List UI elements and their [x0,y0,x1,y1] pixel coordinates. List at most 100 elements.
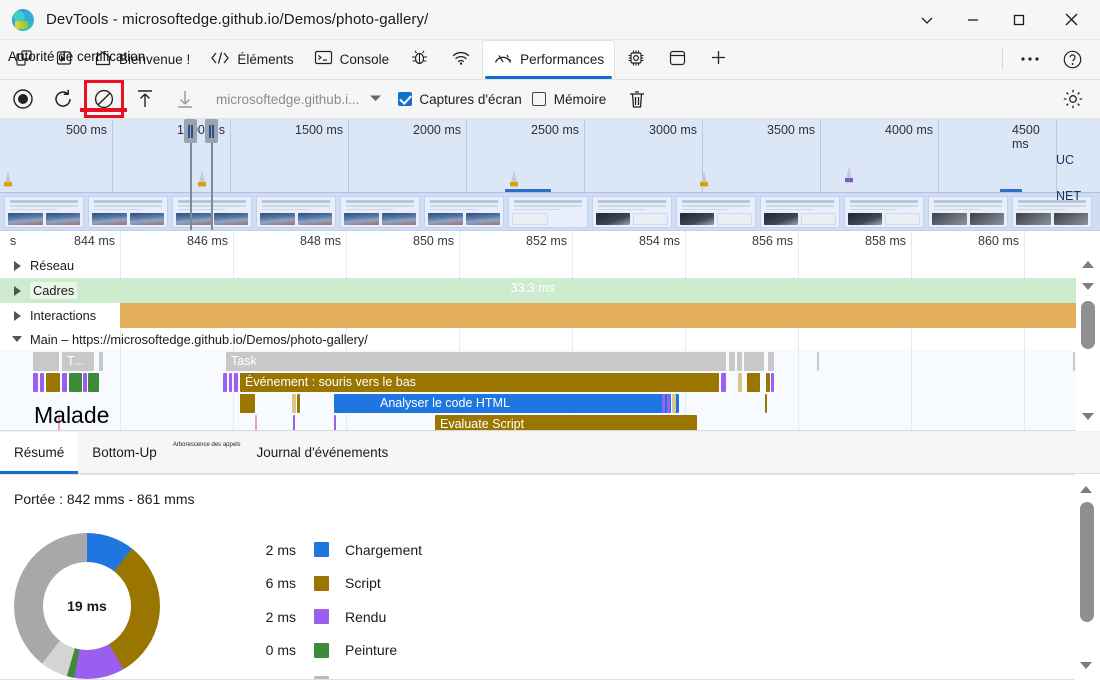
track-tick: 852 ms [526,234,572,248]
recording-selector[interactable]: microsoftedge.github.i... [216,90,382,108]
tab-console[interactable]: Console [304,39,400,79]
summary-donut-chart[interactable]: 19 ms [14,533,160,679]
tab-label-bienvenue: Bienvenue ! [119,52,190,67]
legend-label: Rendu [345,609,386,625]
code-brackets-icon [210,50,230,69]
legend-row[interactable]: 2 ms Rendu [236,600,422,634]
tab-add-panel[interactable] [698,39,739,79]
memory-checkbox[interactable] [532,92,546,106]
collapse-triangle-down-icon[interactable] [12,336,22,342]
chevron-down-icon[interactable] [369,90,382,108]
track-tick: 856 ms [752,234,798,248]
overview-filmstrip[interactable] [0,193,1100,231]
legend-value: 2 ms [236,609,296,625]
help-question-icon[interactable] [1051,39,1094,79]
memory-chip-icon [626,48,646,71]
timeline-overview[interactable]: 500 ms 1000 ms 1500 ms 2000 ms 2500 ms 3… [0,119,1100,231]
tab-label-elements: Éléments [237,52,293,67]
upload-profile-icon[interactable] [128,84,162,114]
overview-ruler: 500 ms 1000 ms 1500 ms 2000 ms 2500 ms 3… [0,119,1100,145]
tab-application[interactable] [657,39,698,79]
devtools-window: DevTools - microsoftedge.github.io/Demos… [0,0,1100,680]
tab-resume[interactable]: Résumé [0,432,78,474]
track-row-interactions[interactable]: Interactions [0,303,1100,328]
tab-memory[interactable] [615,39,657,79]
maximize-icon[interactable] [996,0,1042,40]
reload-record-icon[interactable] [46,84,80,114]
flame-bar-parse-html[interactable]: Analyser le code HTML [375,394,671,413]
legend-value: 2 ms [236,542,296,558]
tab-sources-debugger[interactable] [399,39,440,79]
main-flame-chart[interactable]: T... Task Événement : souris vers le bas [0,350,1100,431]
tracks-scrollbar[interactable] [1076,231,1100,431]
legend-row[interactable]: 1 msSystem [236,667,422,680]
tab-label-event-log: Journal d'événements [257,445,389,460]
tab-inspect-element[interactable] [44,39,84,79]
capture-settings-gear-icon[interactable] [1056,84,1090,114]
tab-call-tree[interactable]: Arborescence des appels [171,432,243,474]
recording-name-value: microsoftedge.github.i... [216,92,359,107]
record-circle-icon[interactable] [6,84,40,114]
track-label-cadres: Cadres [30,282,77,299]
minimize-icon[interactable] [950,0,996,40]
frame-duration-label: 33.3 ms [511,281,555,295]
track-row-cadres[interactable]: 33.3 ms Cadres [0,278,1100,303]
close-icon[interactable] [1042,0,1100,40]
main-track-header[interactable]: Main – https://microsoftedge.github.io/D… [0,328,1100,350]
legend-value: 1 ms [236,676,296,680]
flame-bar-task[interactable]: Task [226,352,726,371]
track-row-reseau[interactable]: Réseau [0,253,1100,278]
download-profile-icon[interactable] [168,84,202,114]
range-selection-handle-icon[interactable] [205,119,218,143]
legend-row[interactable]: 6 msScript [236,567,422,601]
tracks-ruler: s 844 ms 846 ms 848 ms 850 ms 852 ms 854… [0,231,1100,253]
flame-bar-task-short[interactable]: T... [62,352,94,371]
expand-triangle-right-icon[interactable] [14,311,22,321]
legend-row[interactable]: 2 ms Chargement [236,533,422,567]
screenshots-checkbox[interactable]: Captures d'écran [398,92,521,107]
overview-tick: 4000 ms [885,123,938,137]
cpu-marker [4,171,12,187]
memory-label: Mémoire [554,92,607,107]
tab-list: Autorité de certification Bienvenue ! [0,39,739,79]
tab-elements[interactable]: Éléments [200,39,303,79]
console-terminal-icon [314,49,333,69]
expand-triangle-right-icon[interactable] [14,286,22,296]
timeline-tracks[interactable]: s 844 ms 846 ms 848 ms 850 ms 852 ms 854… [0,231,1100,431]
scroll-down-arrow-icon[interactable] [1076,277,1100,295]
tab-bienvenue[interactable]: Bienvenue ! [84,39,200,79]
flame-bar-evaluate-script[interactable]: Evaluate Script [435,415,697,431]
overview-cpu-graph [0,145,1100,193]
more-window-options-chevron-icon[interactable] [904,0,950,40]
scrollbar-thumb[interactable] [1080,502,1094,622]
donut-total-label: 19 ms [14,533,160,679]
legend-label: Chargement [345,542,422,558]
expand-triangle-right-icon[interactable] [14,261,22,271]
overview-badges: UC NET [1056,145,1096,203]
tab-performances[interactable]: Performances [482,40,615,78]
legend-row[interactable]: 0 msPeinture [236,634,422,668]
tab-event-log[interactable]: Journal d'événements [243,432,403,474]
scroll-down-arrow-icon[interactable] [1074,656,1098,674]
tab-bottom-up[interactable]: Bottom-Up [78,432,171,474]
more-tools-ellipsis-icon[interactable] [1009,39,1051,79]
cpu-marker [845,167,853,183]
scroll-down-arrow-icon[interactable] [1076,407,1100,425]
legend-color-swatch [314,609,329,624]
divider [1002,48,1003,70]
badge-cpu: UC [1056,153,1096,167]
tab-network[interactable] [440,39,482,79]
range-selection-handle-icon[interactable] [184,119,197,143]
main-track-label: Main – https://microsoftedge.github.io/D… [30,332,368,347]
track-tick: 848 ms [300,234,346,248]
scroll-up-arrow-icon[interactable] [1076,255,1100,273]
scrollbar-thumb[interactable] [1081,301,1095,349]
interactions-band [120,303,1080,328]
flame-bar-event[interactable]: Événement : souris vers le bas [240,373,719,392]
track-tick: 850 ms [413,234,459,248]
tab-device-toggle[interactable] [4,39,44,79]
cpu-marker [198,171,206,187]
summary-scrollbar[interactable] [1074,474,1100,680]
scroll-up-arrow-icon[interactable] [1074,480,1098,498]
delete-recording-icon[interactable] [620,84,654,114]
